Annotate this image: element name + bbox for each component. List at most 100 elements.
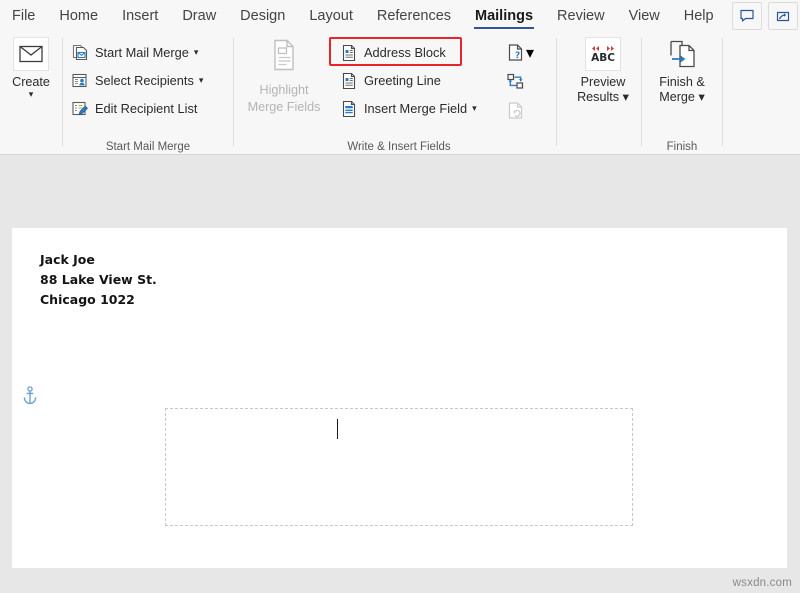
- preview-results-button[interactable]: ABC Preview Results ▾: [571, 37, 635, 105]
- start-mail-merge-icon: [70, 43, 90, 63]
- active-tab-underline: [474, 27, 534, 30]
- greeting-line-icon: [339, 71, 359, 91]
- select-recipients-label: Select Recipients: [95, 73, 194, 88]
- watermark-label: wsxdn.com: [733, 577, 792, 589]
- edit-recipient-list-label: Edit Recipient List: [95, 101, 197, 116]
- ribbon-group-finish: Finish & Merge ▾ Finish: [642, 32, 722, 155]
- tab-help[interactable]: Help: [672, 0, 726, 32]
- edit-recipient-list-icon: [70, 99, 90, 119]
- rules-button[interactable]: ? ▾: [506, 43, 534, 63]
- abc-preview-icon: ABC: [585, 37, 621, 71]
- chevron-down-icon[interactable]: ▾: [698, 90, 704, 104]
- tab-layout[interactable]: Layout: [297, 0, 365, 32]
- chevron-down-icon[interactable]: ▾: [623, 90, 629, 104]
- select-recipients-button[interactable]: Select Recipients ▾: [70, 69, 203, 92]
- tab-draw[interactable]: Draw: [170, 0, 228, 32]
- insert-merge-field-button[interactable]: Insert Merge Field ▾: [339, 97, 477, 120]
- rules-icon: ?: [506, 43, 526, 63]
- start-mail-merge-label: Start Mail Merge: [95, 45, 189, 60]
- highlight-merge-fields-button[interactable]: Highlight Merge Fields: [236, 38, 332, 116]
- address-line: Chicago 1022: [40, 290, 157, 310]
- select-recipients-icon: [70, 71, 90, 91]
- ribbon-group-create: Create ▾: [0, 32, 62, 155]
- tab-label: Review: [557, 8, 605, 24]
- chevron-down-icon[interactable]: ▾: [472, 103, 477, 114]
- greeting-line-label: Greeting Line: [364, 73, 441, 88]
- preview-results-line1: Preview: [581, 75, 626, 89]
- tab-insert[interactable]: Insert: [110, 0, 170, 32]
- tab-label: Insert: [122, 8, 158, 24]
- preview-results-line2: Results: [577, 90, 619, 104]
- ribbon-group-start-mail-merge: Start Mail Merge ▾ Select Recipients ▾: [63, 32, 233, 155]
- share-button[interactable]: [768, 2, 798, 30]
- tabstrip-actions: [732, 2, 798, 30]
- envelope-icon: [13, 37, 49, 71]
- tab-label: Home: [59, 8, 98, 24]
- highlight-label-line1: Highlight: [259, 83, 308, 97]
- tab-label: Mailings: [475, 8, 533, 24]
- finish-merge-line2: Merge: [659, 90, 695, 104]
- document-page[interactable]: Jack Joe 88 Lake View St. Chicago 1022: [12, 228, 787, 568]
- match-fields-button[interactable]: [506, 72, 526, 92]
- tab-home[interactable]: Home: [47, 0, 110, 32]
- tab-design[interactable]: Design: [228, 0, 297, 32]
- share-icon: [775, 8, 791, 24]
- tab-file[interactable]: File: [0, 0, 47, 32]
- tab-view[interactable]: View: [617, 0, 672, 32]
- group-separator: [722, 38, 723, 146]
- finish-and-merge-button[interactable]: Finish & Merge ▾: [650, 37, 714, 105]
- tab-label: View: [629, 8, 660, 24]
- comment-icon: [739, 8, 755, 24]
- envelope-glyph: [19, 45, 43, 63]
- address-block-label: Address Block: [364, 45, 446, 60]
- text-caret: [337, 419, 338, 439]
- create-button[interactable]: Create ▾: [0, 37, 62, 99]
- insert-merge-field-icon: [339, 99, 359, 119]
- tab-references[interactable]: References: [365, 0, 463, 32]
- merge-field-textbox[interactable]: [165, 408, 633, 526]
- finish-merge-line1: Finish &: [659, 75, 705, 89]
- chevron-down-icon[interactable]: ▾: [194, 47, 199, 58]
- ribbon-group-preview-results: ABC Preview Results ▾: [563, 32, 641, 155]
- anchor-icon[interactable]: [22, 386, 38, 411]
- finish-merge-icon: [664, 37, 700, 71]
- tab-label: Help: [684, 8, 714, 24]
- update-labels-icon: [506, 101, 526, 121]
- finish-and-merge-label: Finish & Merge ▾: [659, 75, 705, 105]
- ribbon-tab-strip: File Home Insert Draw Design Layout Refe…: [0, 0, 800, 32]
- chevron-down-icon[interactable]: ▾: [29, 90, 34, 99]
- highlight-label-line2: Merge Fields: [248, 100, 321, 114]
- tab-label: File: [12, 8, 35, 24]
- greeting-line-button[interactable]: Greeting Line: [339, 69, 441, 92]
- tab-label: Layout: [309, 8, 353, 24]
- comments-button[interactable]: [732, 2, 762, 30]
- recipient-address-block[interactable]: Jack Joe 88 Lake View St. Chicago 1022: [40, 250, 157, 310]
- address-line: Jack Joe: [40, 250, 157, 270]
- group-label-start-mail-merge: Start Mail Merge: [63, 141, 233, 153]
- word-window: File Home Insert Draw Design Layout Refe…: [0, 0, 800, 593]
- document-canvas: Jack Joe 88 Lake View St. Chicago 1022 w…: [0, 155, 800, 593]
- tab-mailings[interactable]: Mailings: [463, 0, 545, 32]
- preview-results-label: Preview Results ▾: [577, 75, 629, 105]
- group-label-write-insert-fields: Write & Insert Fields: [234, 141, 564, 153]
- tab-label: References: [377, 8, 451, 24]
- ribbon: Create ▾ Start Mail Merge ▾: [0, 32, 800, 155]
- address-line: 88 Lake View St.: [40, 270, 157, 290]
- tab-label: Draw: [182, 8, 216, 24]
- match-fields-icon: [506, 72, 526, 92]
- tab-review[interactable]: Review: [545, 0, 617, 32]
- address-block-button[interactable]: Address Block: [339, 41, 446, 64]
- address-block-icon: [339, 43, 359, 63]
- edit-recipient-list-button[interactable]: Edit Recipient List: [70, 97, 197, 120]
- chevron-down-icon[interactable]: ▾: [199, 75, 204, 86]
- group-label-finish: Finish: [642, 141, 722, 153]
- start-mail-merge-button[interactable]: Start Mail Merge ▾: [70, 41, 198, 64]
- highlight-merge-fields-icon: [268, 38, 300, 77]
- update-labels-button[interactable]: [506, 101, 526, 121]
- highlight-merge-fields-label: Highlight Merge Fields: [248, 82, 321, 116]
- tab-label: Design: [240, 8, 285, 24]
- svg-text:?: ?: [515, 51, 520, 61]
- chevron-down-icon[interactable]: ▾: [526, 43, 534, 63]
- group-separator: [556, 38, 557, 146]
- create-button-label: Create: [12, 75, 50, 90]
